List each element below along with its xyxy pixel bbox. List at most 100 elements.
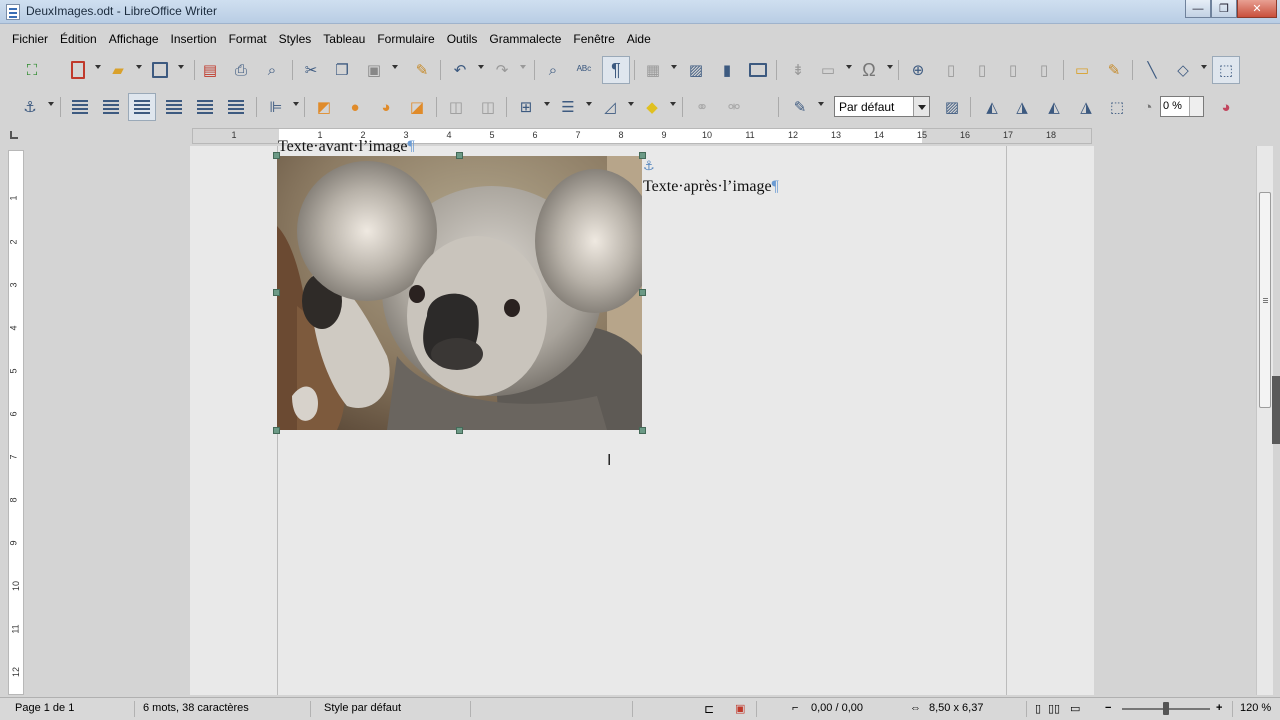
flip-horizontal-icon[interactable]: ◮ [1010, 95, 1034, 119]
insert-field-icon[interactable]: ▭ [816, 58, 840, 82]
anchor-dropdown-icon[interactable] [48, 102, 54, 106]
koala-image[interactable] [277, 156, 642, 430]
status-page[interactable]: Page 1 de 1 [15, 702, 74, 714]
borders-dropdown-icon[interactable] [544, 102, 550, 106]
field-dropdown-icon[interactable] [846, 65, 852, 69]
menu-fichier[interactable]: Fichier [6, 32, 54, 46]
endnote-icon[interactable]: ▯ [970, 58, 994, 82]
border-color-dropdown-icon[interactable] [628, 102, 634, 106]
vertical-ruler[interactable]: 1 2 3 4 5 6 7 8 9 10 11 12 [8, 150, 24, 695]
paragraph-after-image[interactable]: Texte·après·l’image¶ [643, 178, 779, 196]
wrap-page-icon[interactable] [99, 95, 123, 119]
special-char-dropdown-icon[interactable] [887, 65, 893, 69]
save-icon[interactable] [148, 58, 172, 82]
basic-shapes-icon[interactable]: ◇ [1171, 58, 1195, 82]
border-style-icon[interactable]: ☰ [556, 95, 580, 119]
to-foreground-icon[interactable]: ◫ [444, 95, 468, 119]
align-objects-icon[interactable]: ⊫ [264, 95, 288, 119]
cut-icon[interactable]: ✂ [299, 58, 323, 82]
tab-stop-selector[interactable] [10, 131, 18, 139]
wrap-right-icon[interactable] [193, 95, 217, 119]
rotate-right-icon[interactable]: ◮ [1074, 95, 1098, 119]
wrap-off-icon[interactable] [68, 95, 92, 119]
menu-format[interactable]: Format [223, 32, 273, 46]
book-view-icon[interactable]: ▭ [1070, 702, 1080, 715]
draw-functions-icon[interactable]: ⬚ [1212, 56, 1240, 84]
resize-handle-top-left[interactable] [273, 152, 280, 159]
line-icon[interactable]: ╲ [1140, 58, 1164, 82]
menu-styles[interactable]: Styles [273, 32, 318, 46]
comment-icon[interactable]: ▭ [1070, 58, 1094, 82]
find-replace-icon[interactable]: ⌕ [541, 58, 565, 82]
to-background-icon[interactable]: ◫ [476, 95, 500, 119]
menu-affichage[interactable]: Affichage [103, 32, 165, 46]
rotate-left-icon[interactable]: ◭ [1042, 95, 1066, 119]
color-filter-icon[interactable]: ◕ [1214, 95, 1238, 119]
copy-icon[interactable]: ❐ [330, 58, 354, 82]
resize-handle-top[interactable] [456, 152, 463, 159]
border-style-dropdown-icon[interactable] [586, 102, 592, 106]
binoculars-icon[interactable]: ⛶ [20, 58, 44, 82]
scrollbar-thumb[interactable] [1259, 192, 1271, 408]
link-frames-icon[interactable]: ⚭ [690, 95, 714, 119]
formatting-marks-icon[interactable]: ¶ [602, 56, 630, 84]
document-modified-icon[interactable]: ▣ [735, 702, 745, 715]
resize-handle-bottom-right[interactable] [639, 427, 646, 434]
menu-formulaire[interactable]: Formulaire [371, 32, 440, 46]
crop-icon[interactable]: ⬚ [1105, 95, 1129, 119]
image-anchor-icon[interactable]: ⚓ [643, 158, 655, 174]
print-icon[interactable]: ⎙ [229, 58, 253, 82]
redo-dropdown-icon[interactable] [520, 65, 526, 69]
print-preview-icon[interactable]: ⌕ [260, 58, 284, 82]
single-page-view-icon[interactable]: ▯ [1035, 702, 1041, 715]
menu-edition[interactable]: Édition [54, 32, 103, 46]
redo-icon[interactable]: ↷ [490, 58, 514, 82]
save-dropdown-icon[interactable] [178, 65, 184, 69]
background-color-icon[interactable]: ◆ [640, 95, 664, 119]
resize-handle-left[interactable] [273, 289, 280, 296]
menu-grammalecte[interactable]: Grammalecte [483, 32, 567, 46]
maximize-button[interactable]: ❐ [1211, 0, 1237, 18]
open-dropdown-icon[interactable] [136, 65, 142, 69]
vertical-scrollbar[interactable] [1256, 146, 1273, 695]
track-changes-icon[interactable]: ✎ [1102, 58, 1126, 82]
shapes-dropdown-icon[interactable] [1201, 65, 1207, 69]
borders-icon[interactable]: ⊞ [514, 95, 538, 119]
multi-page-view-icon[interactable]: ▯▯ [1048, 702, 1060, 715]
resize-handle-bottom[interactable] [456, 427, 463, 434]
page-break-icon[interactable]: ⇟ [786, 58, 810, 82]
close-button[interactable]: ✕ [1237, 0, 1277, 18]
transparency-field[interactable]: 0 % [1160, 96, 1204, 117]
image-properties-icon[interactable]: ▨ [940, 95, 964, 119]
menu-tableau[interactable]: Tableau [317, 32, 371, 46]
paste-icon[interactable]: ▣ [362, 58, 386, 82]
style-dropdown-icon[interactable] [818, 102, 824, 106]
export-pdf-icon[interactable]: ▤ [198, 58, 222, 82]
writer-app-icon[interactable] [6, 4, 20, 20]
bring-to-front-icon[interactable]: ◩ [312, 95, 336, 119]
paste-dropdown-icon[interactable] [392, 65, 398, 69]
new-dropdown-icon[interactable] [95, 65, 101, 69]
new-document-icon[interactable] [66, 58, 90, 82]
unlink-frames-icon[interactable]: ⚮ [722, 95, 746, 119]
zoom-slider-knob[interactable] [1163, 702, 1169, 715]
clone-formatting-icon[interactable]: ✎ [410, 58, 434, 82]
insert-table-icon[interactable]: ▦ [641, 58, 665, 82]
undo-dropdown-icon[interactable] [478, 65, 484, 69]
flip-vertical-icon[interactable]: ◭ [980, 95, 1004, 119]
background-color-dropdown-icon[interactable] [670, 102, 676, 106]
open-folder-icon[interactable]: ▰ [106, 58, 130, 82]
zoom-in-icon[interactable]: + [1216, 702, 1222, 714]
edit-style-icon[interactable]: ✎ [788, 95, 812, 119]
hyperlink-icon[interactable]: ⊕ [906, 58, 930, 82]
undo-icon[interactable]: ↶ [448, 58, 472, 82]
insert-image-icon[interactable]: ▨ [684, 58, 708, 82]
menu-fenetre[interactable]: Fenêtre [567, 32, 620, 46]
paragraph-before-image[interactable]: Texte·avant·l’image¶ [278, 138, 415, 152]
status-word-count[interactable]: 6 mots, 38 caractères [143, 702, 249, 714]
sidebar-toggle[interactable] [1272, 376, 1280, 444]
spelling-icon[interactable]: ᴬᴮᶜ [572, 58, 596, 82]
spinner-icon[interactable] [1189, 97, 1203, 116]
wrap-left-icon[interactable] [162, 95, 186, 119]
bookmark-icon[interactable]: ▯ [1001, 58, 1025, 82]
